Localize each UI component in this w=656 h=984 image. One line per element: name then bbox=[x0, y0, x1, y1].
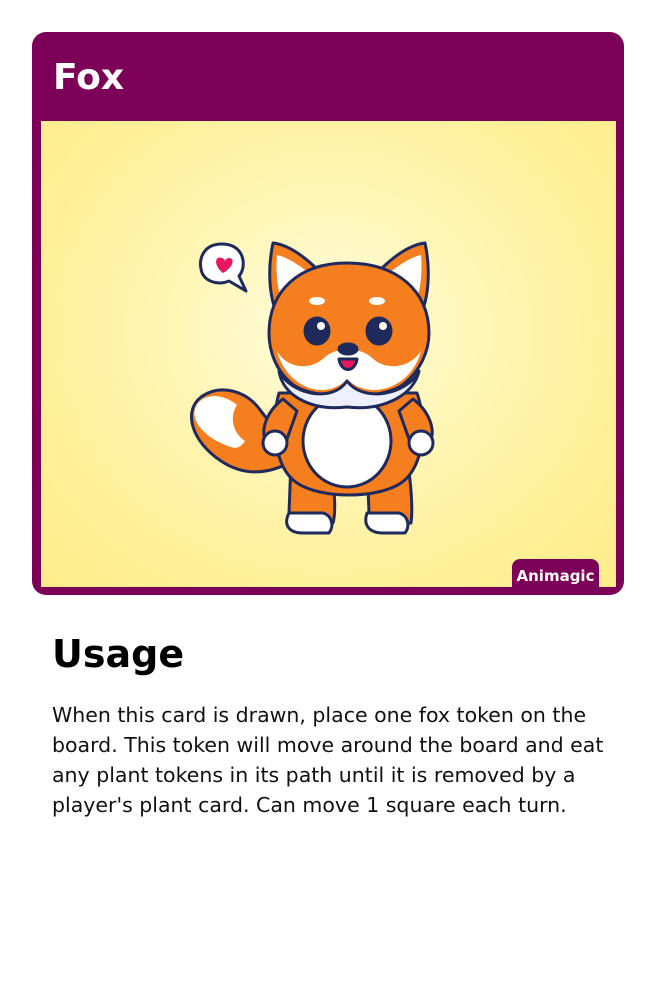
card-artwork bbox=[41, 121, 616, 587]
brand-badge: Animagic bbox=[512, 559, 599, 593]
card-title: Fox bbox=[53, 57, 125, 98]
usage-heading: Usage bbox=[52, 632, 185, 676]
usage-description: When this card is drawn, place one fox t… bbox=[52, 703, 604, 817]
fox-illustration bbox=[190, 241, 435, 535]
card: Fox Animagic bbox=[32, 32, 624, 595]
card-header: Fox bbox=[32, 32, 624, 121]
heart-speech-bubble bbox=[199, 242, 248, 293]
